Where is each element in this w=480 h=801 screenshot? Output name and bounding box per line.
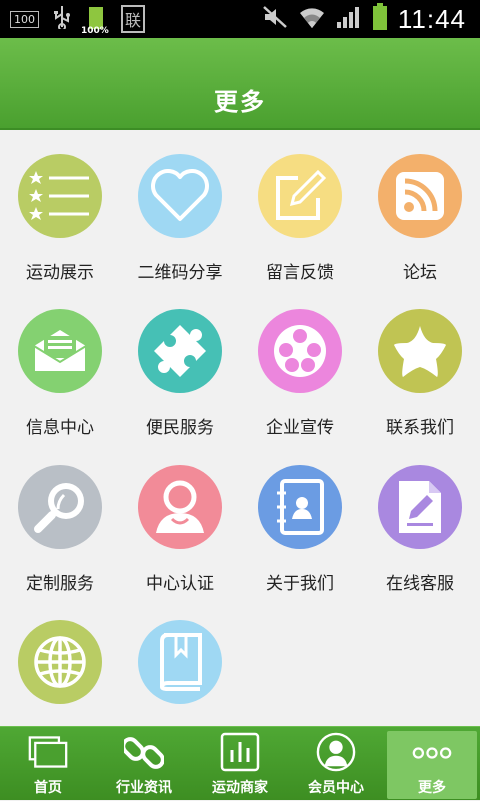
tab-label: 首页 <box>34 780 62 796</box>
tile-online-support[interactable]: 在线客服 <box>360 441 480 596</box>
tile-qr-share[interactable]: 二维码分享 <box>120 130 240 285</box>
page-title: 更多 <box>214 88 266 116</box>
chain-link-icon <box>124 732 164 772</box>
tile-label: 信息中心 <box>26 418 94 438</box>
tile-label: 二维码分享 <box>137 263 223 283</box>
home-window-icon <box>28 732 68 772</box>
tile-label: 企业宣传 <box>266 418 334 438</box>
battery-percent: 100% <box>81 26 109 36</box>
tab-member-center[interactable]: 会员中心 <box>288 727 384 801</box>
tile-convenience-services[interactable]: 便民服务 <box>120 285 240 440</box>
edit-note-icon <box>258 154 342 238</box>
puzzle-icon <box>138 309 222 393</box>
rss-icon <box>378 154 462 238</box>
usb-icon <box>53 5 71 34</box>
clock: 11:44 <box>397 3 466 34</box>
tab-label: 行业资讯 <box>116 780 172 796</box>
tile-feedback[interactable]: 留言反馈 <box>240 130 360 285</box>
bottom-tab-bar: 首页 行业资讯 运动商家 会员中心 更多 <box>0 726 480 800</box>
tab-label: 运动商家 <box>212 780 268 796</box>
battery-icon <box>372 3 388 35</box>
tile-about-us[interactable]: 关于我们 <box>240 441 360 596</box>
tab-industry-news[interactable]: 行业资讯 <box>96 727 192 801</box>
tab-more[interactable]: 更多 <box>387 731 477 799</box>
heart-icon <box>138 154 222 238</box>
tile-custom-service[interactable]: 定制服务 <box>0 441 120 596</box>
film-reel-icon <box>258 309 342 393</box>
wifi-icon <box>298 4 326 34</box>
globe-icon <box>18 620 102 704</box>
star-list-icon <box>18 154 102 238</box>
more-menu-grid: 运动展示 二维码分享 留言反馈 论坛 信息中心 便民服务 企业宣传 联系我们 定… <box>0 130 480 726</box>
signal-strength-icon <box>336 5 362 33</box>
status-bar-left: 100 100% 联 <box>10 5 146 36</box>
tile-label: 便民服务 <box>146 418 214 438</box>
status-bar-right: 11:44 <box>262 0 466 38</box>
sim-card-icon: 联 <box>121 5 146 33</box>
tile-info-center[interactable]: 信息中心 <box>0 285 120 440</box>
tab-label: 更多 <box>418 780 446 796</box>
tile-label: 关于我们 <box>266 574 334 594</box>
tab-label: 会员中心 <box>308 780 364 796</box>
contacts-book-icon <box>258 465 342 549</box>
tile-enterprise-promo[interactable]: 企业宣传 <box>240 285 360 440</box>
book-icon <box>138 620 222 704</box>
star-icon <box>378 309 462 393</box>
person-icon <box>138 465 222 549</box>
tile-label: 运动展示 <box>26 263 94 283</box>
tile-label: 留言反馈 <box>266 263 334 283</box>
user-avatar-icon <box>316 732 356 772</box>
battery-full-icon: 100% <box>81 5 109 36</box>
tile-label: 定制服务 <box>26 574 94 594</box>
notification-count-icon: 100 <box>10 10 39 28</box>
tile-certification[interactable]: 中心认证 <box>120 441 240 596</box>
mail-icon <box>18 309 102 393</box>
tab-home[interactable]: 首页 <box>0 727 96 801</box>
tile-label: 联系我们 <box>386 418 454 438</box>
tile-label: 论坛 <box>403 263 437 283</box>
tile-label: 在线客服 <box>386 574 454 594</box>
tile-label: 中心认证 <box>146 574 214 594</box>
status-bar: 100 100% 联 11:44 <box>0 0 480 38</box>
document-pen-icon <box>378 465 462 549</box>
more-dots-icon <box>412 733 452 773</box>
bar-graph-icon <box>220 732 260 772</box>
tile-forum[interactable]: 论坛 <box>360 130 480 285</box>
tile-sports-showcase[interactable]: 运动展示 <box>0 130 120 285</box>
tab-sports-merchants[interactable]: 运动商家 <box>192 727 288 801</box>
mute-icon <box>262 5 288 33</box>
app-header: 更多 <box>0 38 480 130</box>
tile-contact-us[interactable]: 联系我们 <box>360 285 480 440</box>
magnifier-icon <box>18 465 102 549</box>
